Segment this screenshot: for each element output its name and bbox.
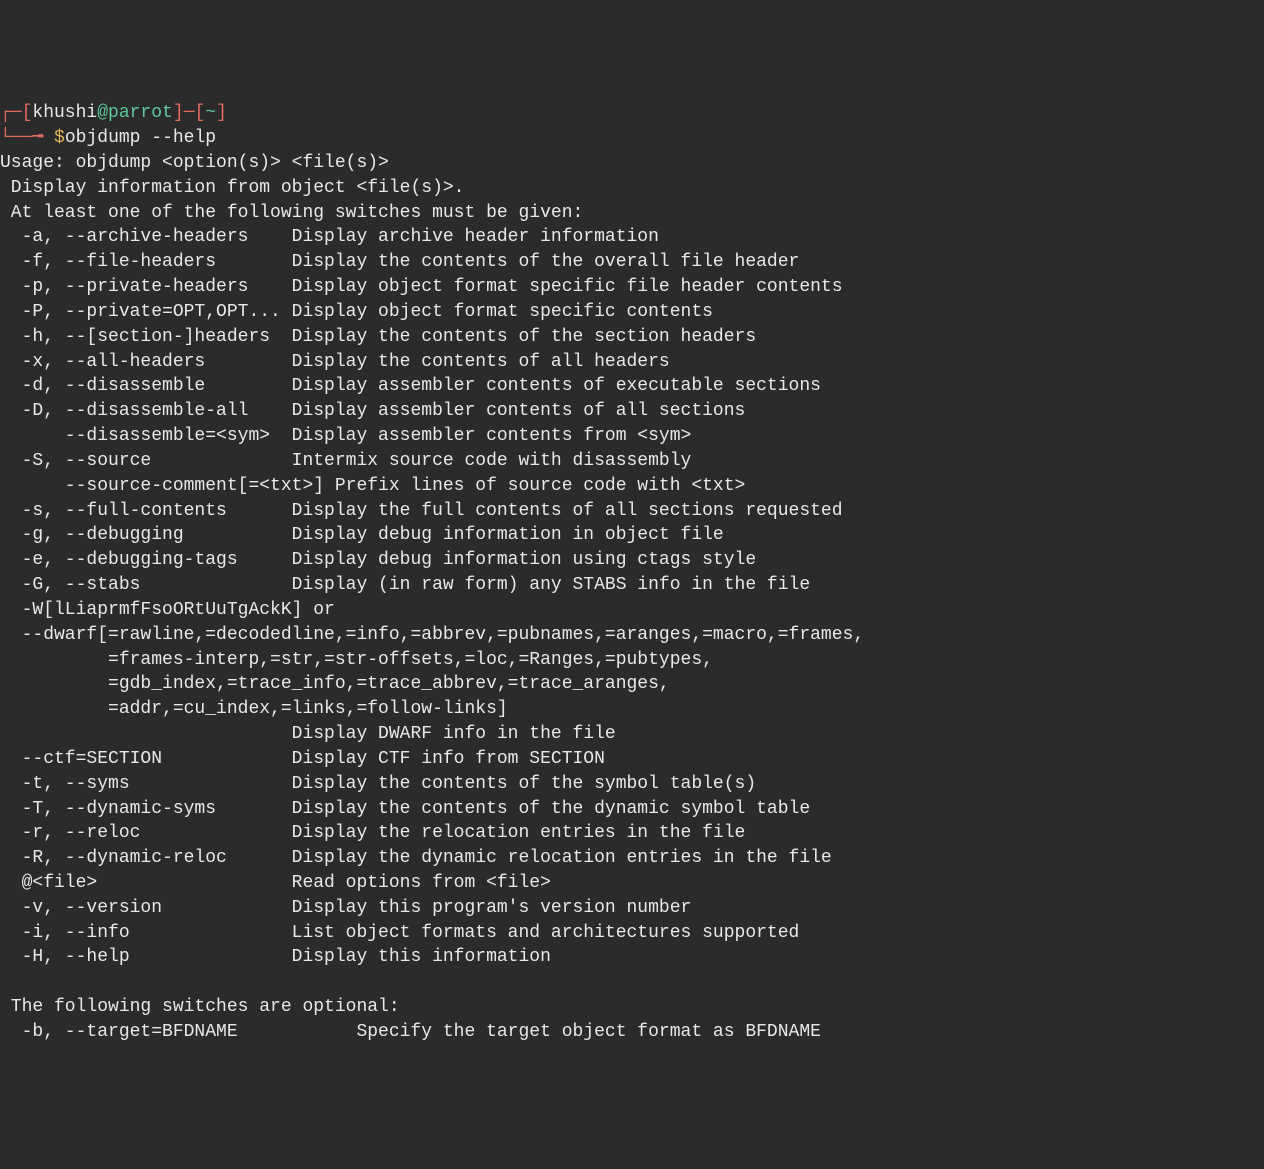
output-line: -i, --info List object formats and archi…	[0, 921, 1264, 946]
output-line: -r, --reloc Display the relocation entri…	[0, 821, 1264, 846]
prompt-host: parrot	[108, 103, 173, 123]
output-line: =gdb_index,=trace_info,=trace_abbrev,=tr…	[0, 672, 1264, 697]
output-line: --ctf=SECTION Display CTF info from SECT…	[0, 747, 1264, 772]
terminal-output: Usage: objdump <option(s)> <file(s)> Dis…	[0, 151, 1264, 1045]
terminal-window[interactable]: ┌─[khushi@parrot]─[~]└──╼ $objdump --hel…	[0, 101, 1264, 1044]
output-line: -W[lLiaprmfFsoORtUuTgAckK] or	[0, 598, 1264, 623]
output-line: -R, --dynamic-reloc Display the dynamic …	[0, 846, 1264, 871]
output-line: The following switches are optional:	[0, 995, 1264, 1020]
prompt-bracket: ┌─[	[0, 103, 32, 123]
output-line: Display information from object <file(s)…	[0, 176, 1264, 201]
output-line: -f, --file-headers Display the contents …	[0, 250, 1264, 275]
prompt-at: @	[97, 103, 108, 123]
output-line: -S, --source Intermix source code with d…	[0, 449, 1264, 474]
output-line: --dwarf[=rawline,=decodedline,=info,=abb…	[0, 623, 1264, 648]
output-line: -t, --syms Display the contents of the s…	[0, 772, 1264, 797]
command-input[interactable]: objdump --help	[65, 128, 216, 148]
prompt-bracket: ]	[216, 103, 227, 123]
output-line: -s, --full-contents Display the full con…	[0, 499, 1264, 524]
output-line: At least one of the following switches m…	[0, 201, 1264, 226]
output-line: -g, --debugging Display debug informatio…	[0, 523, 1264, 548]
output-line: -p, --private-headers Display object for…	[0, 275, 1264, 300]
output-line: -e, --debugging-tags Display debug infor…	[0, 548, 1264, 573]
output-line: --disassemble=<sym> Display assembler co…	[0, 424, 1264, 449]
prompt-line-1: ┌─[khushi@parrot]─[~]	[0, 101, 1264, 126]
prompt-path: ~	[205, 103, 216, 123]
output-line: =addr,=cu_index,=links,=follow-links]	[0, 697, 1264, 722]
output-line: --source-comment[=<txt>] Prefix lines of…	[0, 474, 1264, 499]
prompt-line-2: └──╼ $objdump --help	[0, 126, 1264, 151]
prompt-prefix: └──╼	[0, 128, 54, 148]
output-line: -b, --target=BFDNAME Specify the target …	[0, 1020, 1264, 1045]
output-line: -d, --disassemble Display assembler cont…	[0, 374, 1264, 399]
output-line: @<file> Read options from <file>	[0, 871, 1264, 896]
prompt-dollar: $	[54, 128, 65, 148]
output-line: =frames-interp,=str,=str-offsets,=loc,=R…	[0, 648, 1264, 673]
output-line: -h, --[section-]headers Display the cont…	[0, 325, 1264, 350]
output-line	[0, 970, 1264, 995]
output-line: -x, --all-headers Display the contents o…	[0, 350, 1264, 375]
output-line: -a, --archive-headers Display archive he…	[0, 225, 1264, 250]
output-line: -D, --disassemble-all Display assembler …	[0, 399, 1264, 424]
output-line: -P, --private=OPT,OPT... Display object …	[0, 300, 1264, 325]
output-line: -G, --stabs Display (in raw form) any ST…	[0, 573, 1264, 598]
output-line: -v, --version Display this program's ver…	[0, 896, 1264, 921]
prompt-bracket: ]─[	[173, 103, 205, 123]
prompt-user: khushi	[32, 103, 97, 123]
output-line: -T, --dynamic-syms Display the contents …	[0, 797, 1264, 822]
output-line: Usage: objdump <option(s)> <file(s)>	[0, 151, 1264, 176]
output-line: Display DWARF info in the file	[0, 722, 1264, 747]
